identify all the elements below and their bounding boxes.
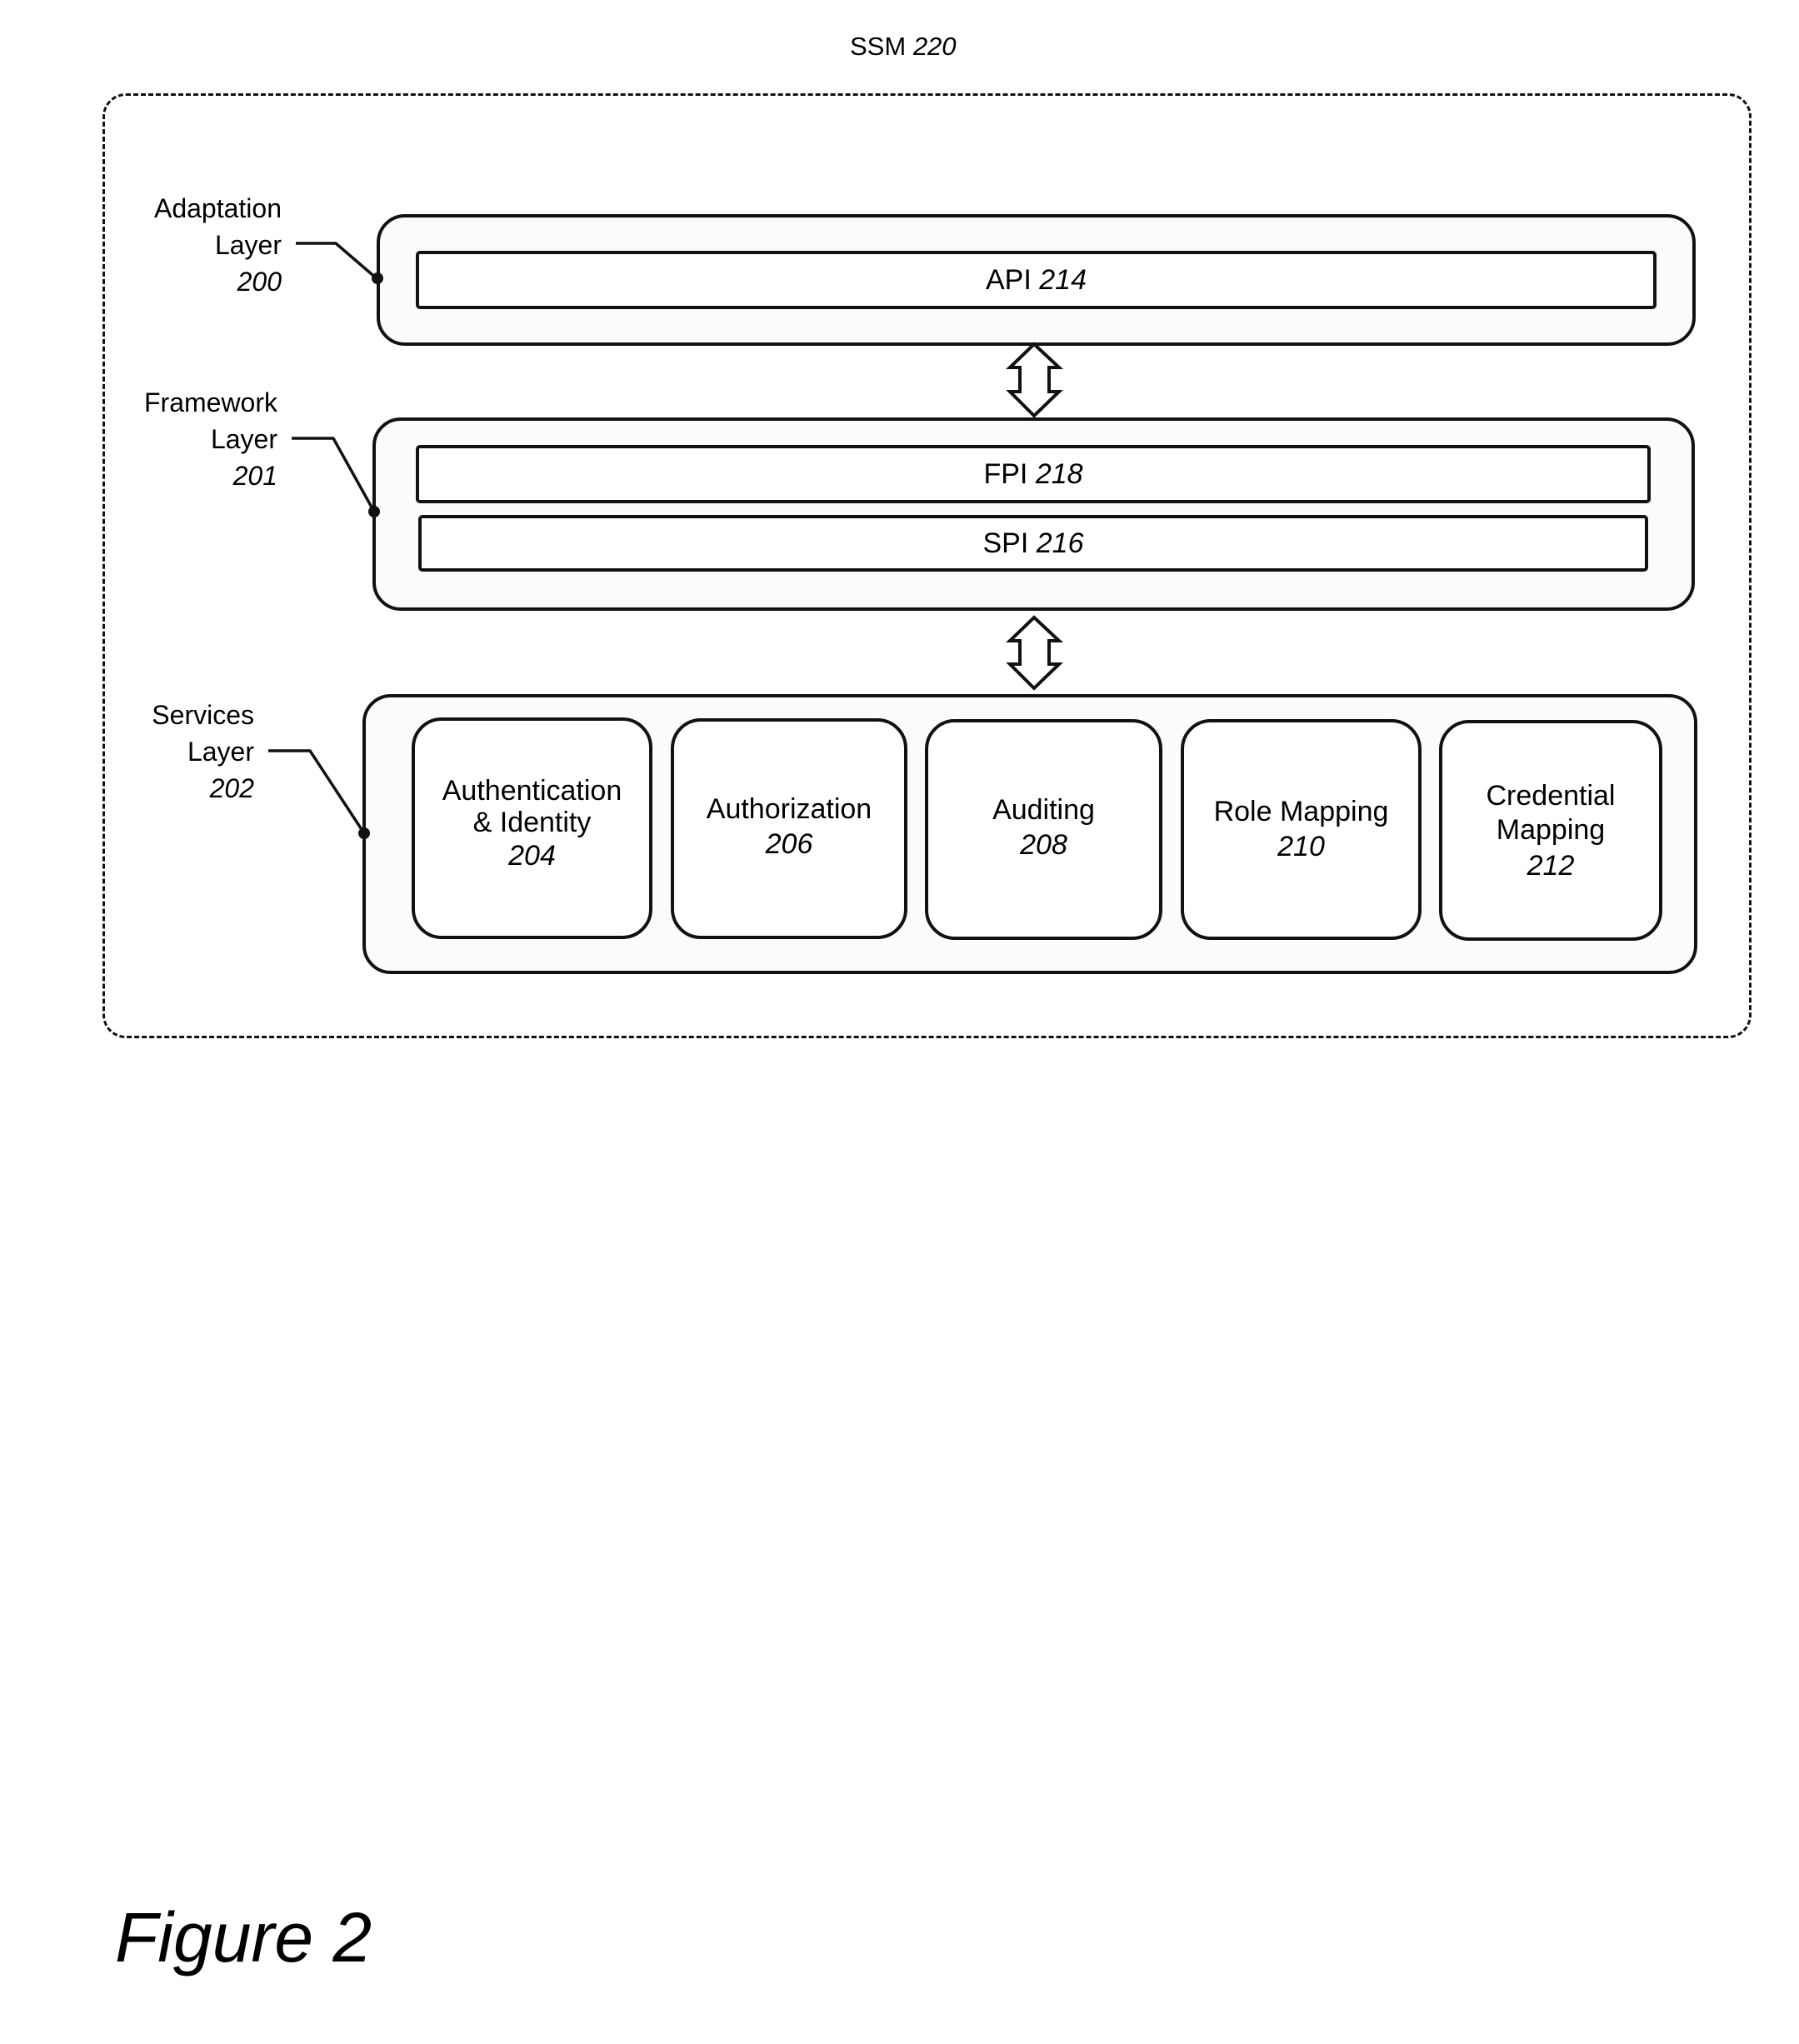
adaptation-leader-dot	[372, 272, 383, 284]
services-leader-line	[268, 749, 366, 834]
diagram-connectors	[268, 242, 1064, 839]
framework-leader-dot	[368, 506, 380, 517]
services-leader-dot	[358, 827, 370, 839]
adaptation-leader-line	[296, 242, 379, 281]
framework-leader-line	[292, 437, 376, 512]
framework-services-arrow	[1006, 615, 1064, 691]
figure-caption: Figure 2	[115, 1898, 372, 1977]
adaptation-framework-arrow	[1006, 342, 1064, 418]
